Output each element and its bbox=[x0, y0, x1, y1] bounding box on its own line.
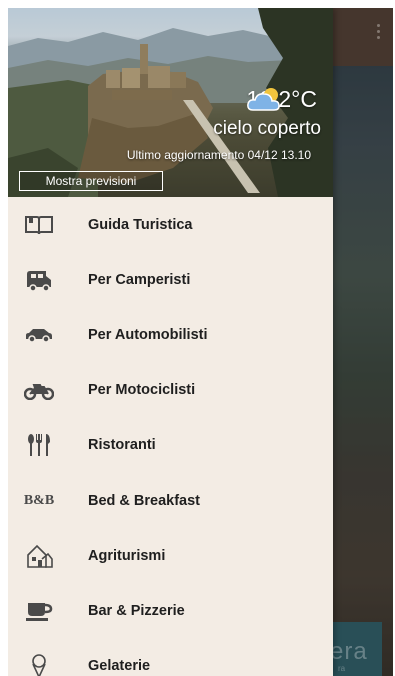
menu-item-bar-pizzerie[interactable]: Bar & Pizzerie bbox=[8, 583, 333, 638]
bnb-icon: B&B bbox=[22, 487, 56, 515]
navigation-drawer: 10,2°C cielo coperto Ultimo aggiornament… bbox=[8, 8, 333, 676]
ice-cream-icon bbox=[22, 652, 56, 676]
bnb-icon-text: B&B bbox=[23, 492, 55, 508]
menu-item-ristoranti[interactable]: Ristoranti bbox=[8, 418, 333, 473]
car-icon bbox=[22, 321, 56, 349]
menu-item-per-automobilisti[interactable]: Per Automobilisti bbox=[8, 307, 333, 362]
menu-item-agriturismi[interactable]: Agriturismi bbox=[8, 528, 333, 583]
menu-item-label: Per Automobilisti bbox=[88, 326, 208, 343]
screen: era ra 10,2°C cielo coperto Ultimo aggio… bbox=[8, 8, 393, 676]
menu-item-label: Gelaterie bbox=[88, 658, 151, 675]
temperature-display: 10,2°C bbox=[246, 86, 323, 113]
menu-item-per-motociclisti[interactable]: Per Motociclisti bbox=[8, 363, 333, 418]
drawer-menu: Guida Turistica Per Camperisti Per Autom… bbox=[8, 197, 333, 676]
menu-item-gelaterie[interactable]: Gelaterie bbox=[8, 639, 333, 676]
last-update-text: Ultimo aggiornamento 04/12 13.10 bbox=[126, 148, 311, 162]
menu-item-label: Per Motociclisti bbox=[88, 382, 196, 399]
farmhouse-icon bbox=[22, 542, 56, 570]
camper-icon bbox=[22, 266, 56, 294]
show-forecast-button[interactable]: Mostra previsioni bbox=[19, 171, 163, 191]
motorcycle-icon bbox=[22, 376, 56, 404]
menu-item-label: Bar & Pizzerie bbox=[88, 602, 185, 619]
cutlery-icon bbox=[22, 431, 56, 459]
menu-item-per-camperisti[interactable]: Per Camperisti bbox=[8, 252, 333, 307]
book-icon bbox=[22, 211, 56, 239]
menu-item-label: Per Camperisti bbox=[88, 271, 191, 288]
menu-item-label: Guida Turistica bbox=[88, 216, 193, 233]
menu-item-label: Agriturismi bbox=[88, 547, 166, 564]
weather-condition: cielo coperto bbox=[213, 118, 321, 139]
drawer-header: 10,2°C cielo coperto Ultimo aggiornament… bbox=[8, 8, 333, 197]
menu-item-label: Ristoranti bbox=[88, 437, 156, 454]
coffee-cup-icon bbox=[22, 597, 56, 625]
menu-item-label: Bed & Breakfast bbox=[88, 492, 201, 509]
menu-item-bed-breakfast[interactable]: B&B Bed & Breakfast bbox=[8, 473, 333, 528]
menu-item-guida-turistica[interactable]: Guida Turistica bbox=[8, 197, 333, 252]
